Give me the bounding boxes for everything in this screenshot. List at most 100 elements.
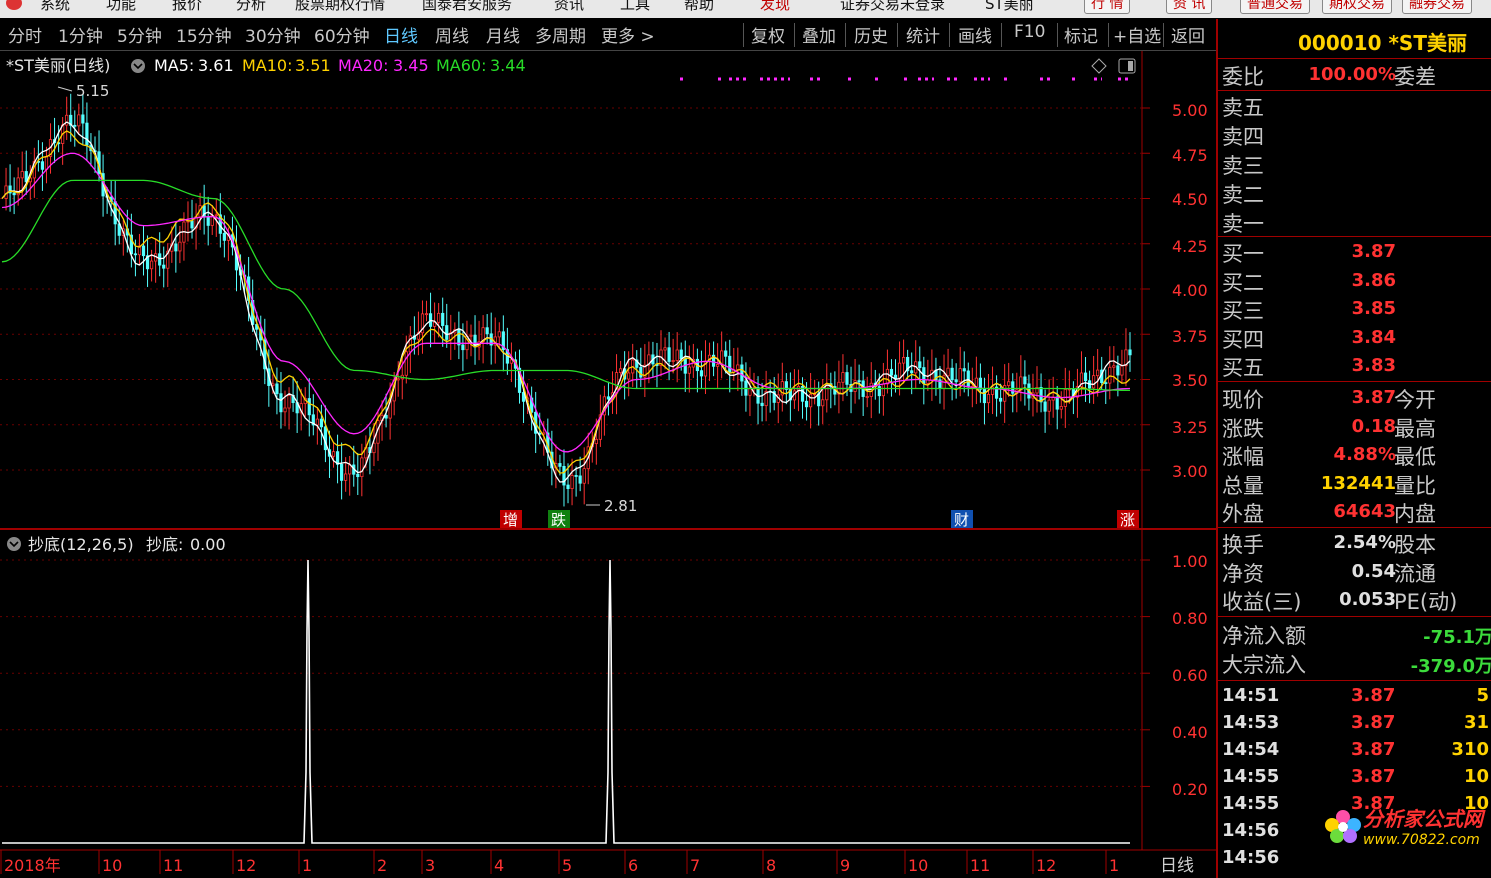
tick-row[interactable]: 14:53 3.87 31 <box>1218 710 1491 738</box>
candle-body <box>1104 382 1108 384</box>
flow-row-block: 大宗流入 -379.0万 <box>1218 649 1491 677</box>
margin-trade-button[interactable]: 融券交易 <box>1402 0 1472 14</box>
period-15min[interactable]: 15分钟 <box>176 22 232 47</box>
back-button[interactable]: 返回 <box>1171 22 1205 47</box>
candle-body <box>1083 372 1088 382</box>
login-status: 证券交易未登录 <box>840 0 946 13</box>
period-daily[interactable]: 日线 <box>384 22 418 47</box>
tick-row[interactable]: 14:54 3.87 310 <box>1218 737 1491 765</box>
candle-body <box>1047 399 1051 412</box>
candle-body <box>865 396 869 398</box>
toolbar-divider <box>1163 23 1164 47</box>
stat-row-volume: 总量 132441 量比 <box>1218 470 1491 498</box>
ask-label: 卖四 <box>1222 125 1264 149</box>
stat-label: 收益(三) <box>1222 590 1302 614</box>
bid-row-2[interactable]: 买二 3.86 <box>1218 267 1491 295</box>
bid-price: 3.84 <box>1351 327 1396 348</box>
kline-chart-svg[interactable]: *ST美丽(日线) MA5: 3.61 MA10: 3.51 MA20: 3.4… <box>0 51 1216 878</box>
flower-logo-icon <box>1325 809 1361 843</box>
price-axis-label: 5.00 <box>1172 101 1208 120</box>
period-1min[interactable]: 1分钟 <box>58 22 103 47</box>
menu-gtja-service[interactable]: 国泰君安服务 <box>422 0 512 14</box>
menu-news[interactable]: 资讯 <box>554 0 584 14</box>
candle-body <box>461 344 465 351</box>
ask-row-1[interactable]: 卖一 <box>1218 208 1491 236</box>
menu-tools[interactable]: 工具 <box>620 0 650 14</box>
period-monthly[interactable]: 月线 <box>486 22 520 47</box>
tick-volume: 310 <box>1451 739 1489 760</box>
tick-time: 14:55 <box>1222 766 1280 787</box>
ask-label: 卖五 <box>1222 96 1264 120</box>
stat-row-net-asset: 净资 0.54 流通 <box>1218 558 1491 586</box>
menu-options[interactable]: 股票期权行情 <box>295 0 385 14</box>
menu-analysis[interactable]: 分析 <box>236 0 266 14</box>
news-button[interactable]: 资 讯 <box>1166 0 1213 14</box>
add-watchlist-button[interactable]: +自选 <box>1113 22 1161 47</box>
candle-body <box>982 388 987 404</box>
market-button[interactable]: 行 情 <box>1084 0 1131 14</box>
menu-discover[interactable]: 发现 <box>760 0 790 14</box>
statistics-button[interactable]: 统计 <box>906 22 940 47</box>
indicator-axis-label: 0.20 <box>1172 780 1208 799</box>
normal-trade-button[interactable]: 普通交易 <box>1240 0 1310 14</box>
candle-body <box>424 313 429 316</box>
menu-function[interactable]: 功能 <box>106 0 136 14</box>
stat-label: 净资 <box>1222 562 1264 586</box>
indicator-value-label: 抄底: <box>146 535 183 554</box>
option-trade-button[interactable]: 期权交易 <box>1322 0 1392 14</box>
bid-row-3[interactable]: 买三 3.85 <box>1218 295 1491 323</box>
period-badge: 日线 <box>1160 856 1194 876</box>
bid-label: 买五 <box>1222 356 1264 380</box>
indicator-axis-label: 0.60 <box>1172 666 1208 685</box>
bid-row-1[interactable]: 买一 3.87 <box>1218 238 1491 266</box>
restore-rights-button[interactable]: 复权 <box>751 22 785 47</box>
period-weekly[interactable]: 周线 <box>435 22 469 47</box>
period-multi[interactable]: 多周期 <box>535 22 586 47</box>
candle-body <box>307 398 311 416</box>
candle-body <box>667 347 671 362</box>
period-tick[interactable]: 分时 <box>8 22 42 47</box>
menu-quote[interactable]: 报价 <box>172 0 202 14</box>
stock-code-name: 000010 *ST美丽 <box>1298 31 1467 55</box>
period-5min[interactable]: 5分钟 <box>117 22 162 47</box>
period-60min[interactable]: 60分钟 <box>314 22 370 47</box>
candle-body <box>319 418 323 428</box>
ma-settings-icon[interactable] <box>131 59 145 73</box>
menu-help[interactable]: 帮助 <box>684 0 714 14</box>
candle-body <box>582 468 586 484</box>
flow-label: 净流入额 <box>1222 624 1306 648</box>
menu-system[interactable]: 系统 <box>40 0 70 14</box>
draw-line-button[interactable]: 画线 <box>958 22 992 47</box>
mark-button[interactable]: 标记 <box>1064 22 1098 47</box>
ask-row-2[interactable]: 卖二 <box>1218 179 1491 207</box>
f10-button[interactable]: F10 <box>1014 22 1045 42</box>
tick-row[interactable]: 14:55 3.87 10 <box>1218 764 1491 792</box>
ask-row-4[interactable]: 卖四 <box>1218 121 1491 149</box>
period-30min[interactable]: 30分钟 <box>245 22 301 47</box>
tick-row[interactable]: 14:51 3.87 5 <box>1218 683 1491 711</box>
candle-body <box>20 171 24 179</box>
candle-body <box>65 114 69 126</box>
app-logo-icon <box>6 0 22 10</box>
stat-label: 涨跌 <box>1222 417 1264 441</box>
tick-row[interactable]: 14:56 <box>1218 845 1491 873</box>
ask-row-5[interactable]: 卖五 <box>1218 92 1491 120</box>
candle-body <box>158 253 162 266</box>
bid-label: 买四 <box>1222 328 1264 352</box>
stat-label: 外盘 <box>1222 502 1264 526</box>
bid-row-5[interactable]: 买五 3.83 <box>1218 352 1491 380</box>
stat-label: 总量 <box>1222 474 1264 498</box>
stat-label-2: 最高 <box>1394 417 1436 441</box>
bid-row-4[interactable]: 买四 3.84 <box>1218 324 1491 352</box>
flow-row-net: 净流入额 -75.1万 <box>1218 620 1491 648</box>
ask-row-3[interactable]: 卖三 <box>1218 150 1491 178</box>
period-more[interactable]: 更多 > <box>601 22 655 47</box>
history-button[interactable]: 历史 <box>854 22 888 47</box>
overlay-button[interactable]: 叠加 <box>802 22 836 47</box>
chart-area[interactable]: *ST美丽(日线) MA5: 3.61 MA10: 3.51 MA20: 3.4… <box>0 51 1216 878</box>
candle-body <box>469 334 473 337</box>
stat-value: 0.18 <box>1351 416 1396 437</box>
indicator-settings-icon[interactable] <box>7 537 21 551</box>
candle-body <box>986 394 991 404</box>
candle-body <box>627 372 631 380</box>
